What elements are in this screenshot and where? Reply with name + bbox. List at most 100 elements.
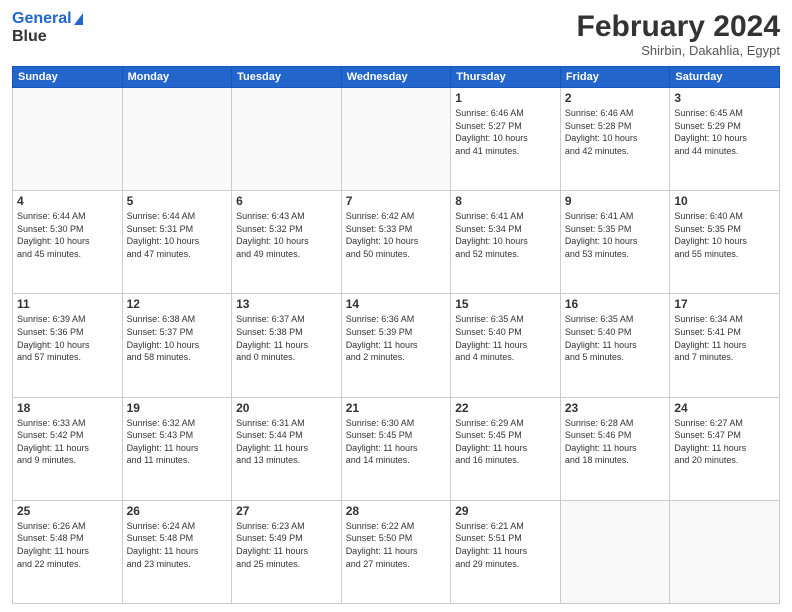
day-info: Sunrise: 6:27 AM Sunset: 5:47 PM Dayligh… [674,417,775,467]
header-friday: Friday [560,67,670,88]
calendar-cell: 29 Sunrise: 6:21 AM Sunset: 5:51 PM Dayli… [451,500,561,603]
day-number: 13 [236,297,337,311]
calendar-week-1: 1Sunrise: 6:46 AM Sunset: 5:27 PM Daylig… [13,88,780,191]
header-monday: Monday [122,67,232,88]
calendar-cell: 9 Sunrise: 6:41 AM Sunset: 5:35 PM Daylig… [560,191,670,294]
day-number: 8 [455,194,556,208]
calendar-cell: 1Sunrise: 6:46 AM Sunset: 5:27 PM Daylig… [451,88,561,191]
day-number: 12 [127,297,228,311]
calendar-cell [13,88,123,191]
day-info: Sunrise: 6:41 AM Sunset: 5:35 PM Dayligh… [565,210,666,260]
day-info: Sunrise: 6:36 AM Sunset: 5:39 PM Dayligh… [346,313,447,363]
day-number: 4 [17,194,118,208]
calendar-week-4: 18Sunrise: 6:33 AM Sunset: 5:42 PM Dayli… [13,397,780,500]
calendar-cell: 6 Sunrise: 6:43 AM Sunset: 5:32 PM Daylig… [232,191,342,294]
header-saturday: Saturday [670,67,780,88]
calendar-cell: 18Sunrise: 6:33 AM Sunset: 5:42 PM Dayli… [13,397,123,500]
calendar-cell: 24 Sunrise: 6:27 AM Sunset: 5:47 PM Dayli… [670,397,780,500]
calendar-cell: 25Sunrise: 6:26 AM Sunset: 5:48 PM Dayli… [13,500,123,603]
calendar-cell: 11 Sunrise: 6:39 AM Sunset: 5:36 PM Dayli… [13,294,123,397]
calendar-cell: 19 Sunrise: 6:32 AM Sunset: 5:43 PM Dayli… [122,397,232,500]
header: General Blue February 2024 Shirbin, Daka… [12,10,780,58]
calendar-cell: 7 Sunrise: 6:42 AM Sunset: 5:33 PM Daylig… [341,191,451,294]
calendar-cell: 8 Sunrise: 6:41 AM Sunset: 5:34 PM Daylig… [451,191,561,294]
day-info: Sunrise: 6:34 AM Sunset: 5:41 PM Dayligh… [674,313,775,363]
day-number: 14 [346,297,447,311]
header-tuesday: Tuesday [232,67,342,88]
day-info: Sunrise: 6:46 AM Sunset: 5:27 PM Dayligh… [455,107,556,157]
day-number: 19 [127,401,228,415]
header-sunday: Sunday [13,67,123,88]
day-info: Sunrise: 6:28 AM Sunset: 5:46 PM Dayligh… [565,417,666,467]
day-info: Sunrise: 6:40 AM Sunset: 5:35 PM Dayligh… [674,210,775,260]
calendar-cell: 14 Sunrise: 6:36 AM Sunset: 5:39 PM Dayli… [341,294,451,397]
title-block: February 2024 Shirbin, Dakahlia, Egypt [577,10,780,58]
day-info: Sunrise: 6:42 AM Sunset: 5:33 PM Dayligh… [346,210,447,260]
calendar-table: Sunday Monday Tuesday Wednesday Thursday… [12,66,780,604]
day-info: Sunrise: 6:30 AM Sunset: 5:45 PM Dayligh… [346,417,447,467]
day-number: 9 [565,194,666,208]
calendar-cell: 16 Sunrise: 6:35 AM Sunset: 5:40 PM Dayli… [560,294,670,397]
logo: General Blue [12,10,83,45]
subtitle: Shirbin, Dakahlia, Egypt [577,43,780,58]
day-info: Sunrise: 6:35 AM Sunset: 5:40 PM Dayligh… [455,313,556,363]
day-number: 20 [236,401,337,415]
calendar-cell [341,88,451,191]
day-number: 23 [565,401,666,415]
calendar-cell: 27 Sunrise: 6:23 AM Sunset: 5:49 PM Dayli… [232,500,342,603]
calendar-cell: 3Sunrise: 6:45 AM Sunset: 5:29 PM Daylig… [670,88,780,191]
day-number: 24 [674,401,775,415]
day-info: Sunrise: 6:45 AM Sunset: 5:29 PM Dayligh… [674,107,775,157]
day-number: 2 [565,91,666,105]
day-info: Sunrise: 6:38 AM Sunset: 5:37 PM Dayligh… [127,313,228,363]
calendar-cell: 21 Sunrise: 6:30 AM Sunset: 5:45 PM Dayli… [341,397,451,500]
day-info: Sunrise: 6:44 AM Sunset: 5:30 PM Dayligh… [17,210,118,260]
day-number: 26 [127,504,228,518]
main-title: February 2024 [577,10,780,43]
calendar-cell [560,500,670,603]
day-info: Sunrise: 6:41 AM Sunset: 5:34 PM Dayligh… [455,210,556,260]
day-number: 29 [455,504,556,518]
day-info: Sunrise: 6:23 AM Sunset: 5:49 PM Dayligh… [236,520,337,570]
day-number: 21 [346,401,447,415]
day-info: Sunrise: 6:24 AM Sunset: 5:48 PM Dayligh… [127,520,228,570]
calendar-cell: 5 Sunrise: 6:44 AM Sunset: 5:31 PM Daylig… [122,191,232,294]
calendar-cell: 12 Sunrise: 6:38 AM Sunset: 5:37 PM Dayli… [122,294,232,397]
header-thursday: Thursday [451,67,561,88]
day-info: Sunrise: 6:43 AM Sunset: 5:32 PM Dayligh… [236,210,337,260]
calendar-header-row: Sunday Monday Tuesday Wednesday Thursday… [13,67,780,88]
calendar-cell [670,500,780,603]
day-number: 25 [17,504,118,518]
day-info: Sunrise: 6:21 AM Sunset: 5:51 PM Dayligh… [455,520,556,570]
calendar-cell: 10 Sunrise: 6:40 AM Sunset: 5:35 PM Dayli… [670,191,780,294]
day-number: 18 [17,401,118,415]
calendar-cell: 13 Sunrise: 6:37 AM Sunset: 5:38 PM Dayli… [232,294,342,397]
calendar-cell: 23 Sunrise: 6:28 AM Sunset: 5:46 PM Dayli… [560,397,670,500]
calendar-cell: 15Sunrise: 6:35 AM Sunset: 5:40 PM Dayli… [451,294,561,397]
calendar-week-3: 11 Sunrise: 6:39 AM Sunset: 5:36 PM Dayli… [13,294,780,397]
day-info: Sunrise: 6:37 AM Sunset: 5:38 PM Dayligh… [236,313,337,363]
calendar-cell: 2 Sunrise: 6:46 AM Sunset: 5:28 PM Daylig… [560,88,670,191]
calendar-cell [122,88,232,191]
day-number: 6 [236,194,337,208]
day-number: 10 [674,194,775,208]
day-info: Sunrise: 6:31 AM Sunset: 5:44 PM Dayligh… [236,417,337,467]
calendar-cell: 20 Sunrise: 6:31 AM Sunset: 5:44 PM Dayli… [232,397,342,500]
day-number: 16 [565,297,666,311]
day-info: Sunrise: 6:32 AM Sunset: 5:43 PM Dayligh… [127,417,228,467]
page: General Blue February 2024 Shirbin, Daka… [0,0,792,612]
calendar-week-2: 4 Sunrise: 6:44 AM Sunset: 5:30 PM Daylig… [13,191,780,294]
day-number: 7 [346,194,447,208]
day-info: Sunrise: 6:22 AM Sunset: 5:50 PM Dayligh… [346,520,447,570]
day-number: 11 [17,297,118,311]
day-number: 27 [236,504,337,518]
day-info: Sunrise: 6:35 AM Sunset: 5:40 PM Dayligh… [565,313,666,363]
day-info: Sunrise: 6:46 AM Sunset: 5:28 PM Dayligh… [565,107,666,157]
day-number: 28 [346,504,447,518]
calendar-cell: 4 Sunrise: 6:44 AM Sunset: 5:30 PM Daylig… [13,191,123,294]
day-info: Sunrise: 6:39 AM Sunset: 5:36 PM Dayligh… [17,313,118,363]
calendar-cell: 22Sunrise: 6:29 AM Sunset: 5:45 PM Dayli… [451,397,561,500]
calendar-cell: 17Sunrise: 6:34 AM Sunset: 5:41 PM Dayli… [670,294,780,397]
day-info: Sunrise: 6:44 AM Sunset: 5:31 PM Dayligh… [127,210,228,260]
day-number: 5 [127,194,228,208]
